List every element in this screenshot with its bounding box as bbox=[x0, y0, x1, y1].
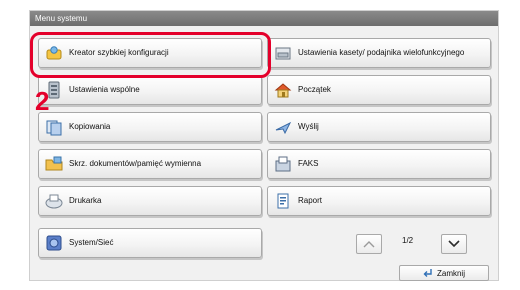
cassette-mp-tray-settings-label: Ustawienia kasety/ podajnika wielofunkcy… bbox=[298, 48, 465, 57]
close-label: Zamknij bbox=[436, 268, 465, 278]
send-label: Wyślij bbox=[298, 122, 319, 131]
cassette-icon bbox=[275, 47, 291, 60]
copy-icon bbox=[46, 120, 62, 136]
send-button[interactable]: Wyślij bbox=[267, 112, 491, 142]
home-label: Początek bbox=[298, 85, 331, 94]
copy-button[interactable]: Kopiowania bbox=[38, 112, 262, 142]
common-settings-button[interactable]: Ustawienia wspólne bbox=[38, 75, 262, 105]
fax-icon bbox=[275, 156, 291, 172]
home-button[interactable]: Początek bbox=[267, 75, 491, 105]
step-highlight-frame bbox=[30, 32, 271, 78]
system-network-label: System/Sieć bbox=[69, 238, 114, 247]
system-network-icon bbox=[46, 235, 62, 251]
report-icon bbox=[277, 193, 289, 209]
copy-label: Kopiowania bbox=[69, 122, 111, 131]
common-settings-label: Ustawienia wspólne bbox=[69, 85, 140, 94]
send-icon bbox=[275, 121, 292, 135]
report-label: Raport bbox=[298, 196, 323, 205]
window-title: Menu systemu bbox=[30, 11, 498, 26]
fax-label: FAKS bbox=[298, 159, 319, 168]
return-arrow-icon bbox=[423, 269, 432, 277]
page-down-button[interactable] bbox=[441, 234, 467, 254]
chevron-up-icon bbox=[363, 241, 375, 248]
page-up-button[interactable] bbox=[356, 234, 382, 254]
printer-label: Drukarka bbox=[69, 196, 102, 205]
document-box-button[interactable]: Skrz. dokumentów/pamięć wymienna bbox=[38, 149, 262, 179]
page-indicator: 1/2 bbox=[402, 236, 414, 245]
printer-button[interactable]: Drukarka bbox=[38, 186, 262, 216]
step-number: 2 bbox=[35, 86, 50, 116]
report-button[interactable]: Raport bbox=[267, 186, 491, 216]
printer-icon bbox=[45, 194, 63, 209]
home-icon bbox=[274, 83, 292, 98]
system-network-button[interactable]: System/Sieć bbox=[38, 228, 262, 258]
chevron-down-icon bbox=[448, 240, 460, 248]
cassette-mp-tray-settings-button[interactable]: Ustawienia kasety/ podajnika wielofunkcy… bbox=[267, 38, 491, 68]
document-box-icon bbox=[45, 156, 63, 171]
close-button[interactable]: Zamknij bbox=[399, 265, 489, 281]
document-box-label: Skrz. dokumentów/pamięć wymienna bbox=[69, 159, 202, 168]
fax-button[interactable]: FAKS bbox=[267, 149, 491, 179]
